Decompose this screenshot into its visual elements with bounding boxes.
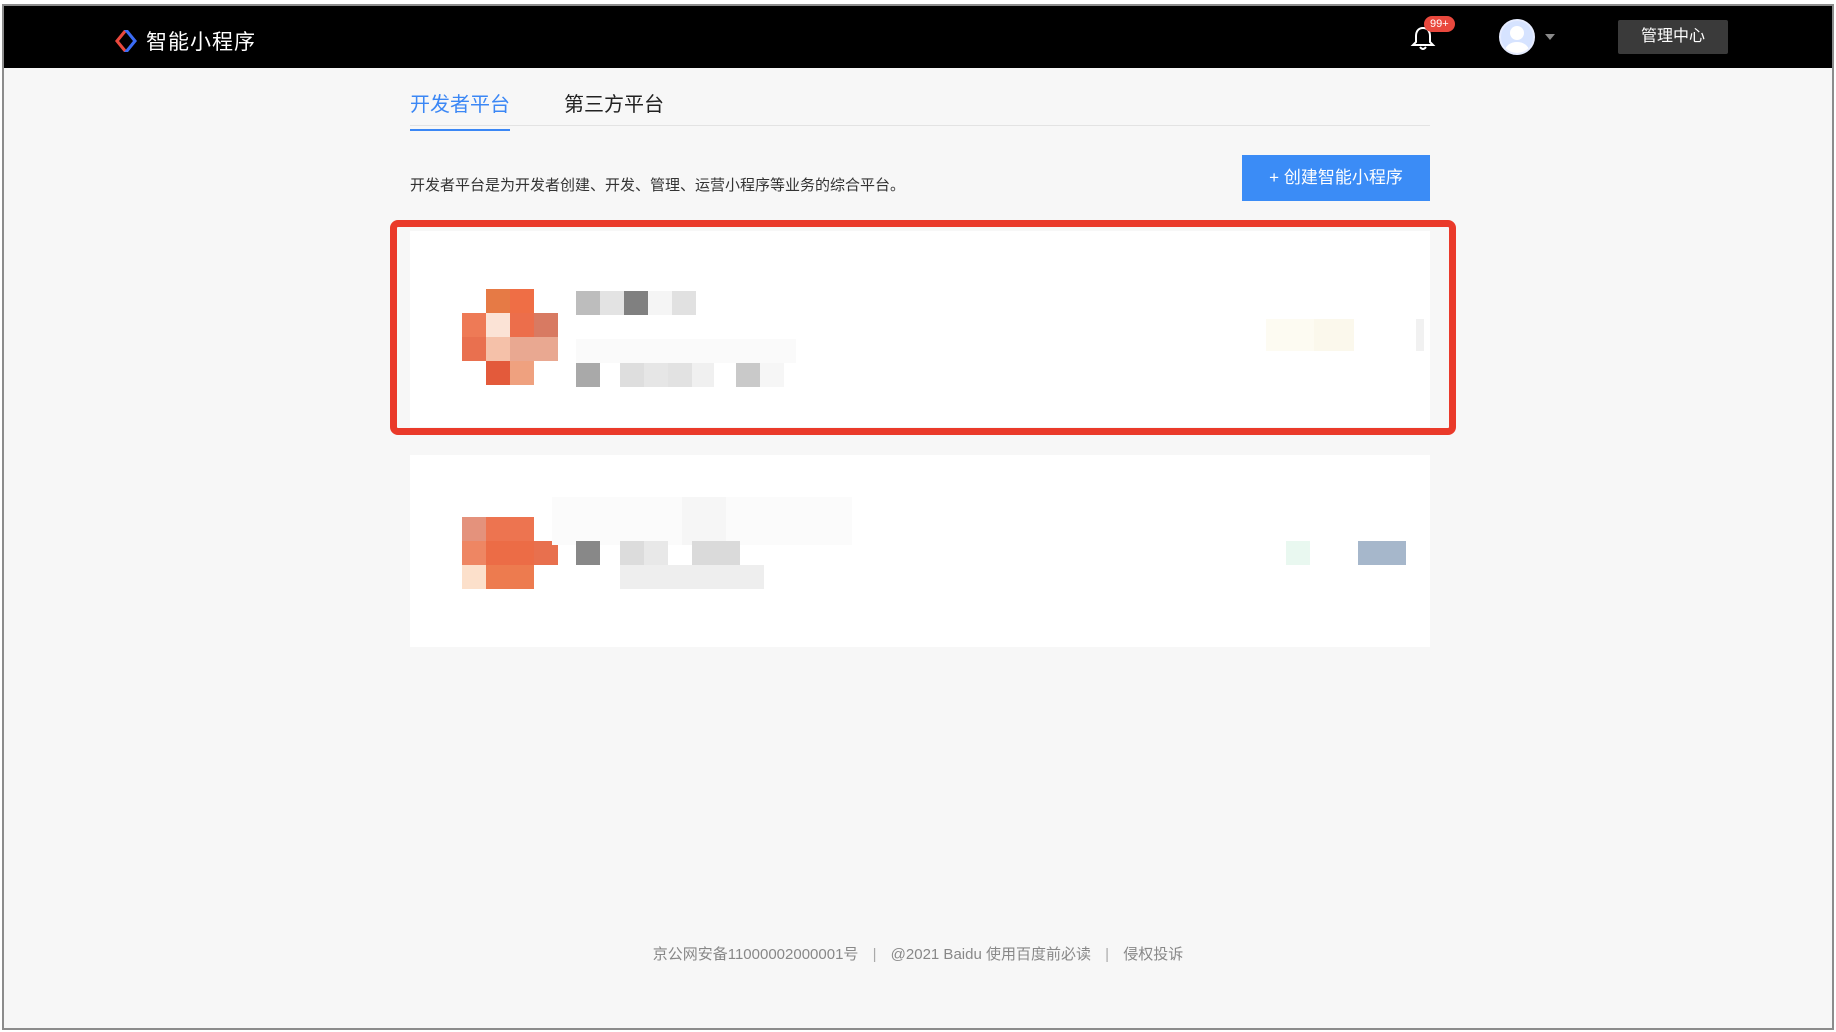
browser-frame: 智能小程序 99+ 管理中心 开发者平台 第三方平台 开发者平台是为开发者创建、… — [2, 4, 1834, 1030]
status-pixelated — [1266, 319, 1424, 351]
tab-third-party-platform[interactable]: 第三方平台 — [564, 88, 664, 129]
footer: 京公网安备11000002000001号 | @2021 Baidu 使用百度前… — [4, 943, 1832, 964]
app-name-pixelated — [576, 291, 696, 315]
user-icon — [1505, 26, 1529, 53]
icp-record: 京公网安备11000002000001号 — [652, 946, 859, 963]
copyright: @2021 Baidu — [890, 946, 982, 963]
tab-developer-platform[interactable]: 开发者平台 — [410, 88, 510, 131]
logo[interactable]: 智能小程序 — [112, 26, 256, 56]
mini-program-card[interactable] — [410, 455, 1430, 647]
mini-program-card[interactable] — [410, 231, 1430, 427]
separator: | — [1105, 946, 1110, 963]
chevron-down-icon[interactable] — [1544, 33, 1556, 41]
app-name-pixelated — [552, 497, 852, 545]
admin-center-button[interactable]: 管理中心 — [1618, 20, 1728, 54]
app-icon — [462, 517, 558, 589]
app-meta-pixelated — [576, 339, 796, 387]
complaint-link[interactable]: 侵权投诉 — [1123, 946, 1183, 963]
platform-tabs: 开发者平台 第三方平台 — [410, 72, 1430, 131]
app-title: 智能小程序 — [146, 31, 256, 54]
avatar[interactable] — [1499, 19, 1535, 55]
notification-badge: 99+ — [1424, 16, 1455, 32]
logo-icon — [115, 30, 137, 52]
terms-link[interactable]: 使用百度前必读 — [986, 946, 1091, 963]
app-meta-pixelated — [576, 541, 764, 589]
separator: | — [872, 946, 877, 963]
platform-description: 开发者平台是为开发者创建、开发、管理、运营小程序等业务的综合平台。 — [410, 177, 906, 194]
top-navbar: 智能小程序 99+ 管理中心 — [4, 6, 1832, 68]
app-icon — [462, 289, 558, 385]
create-mini-program-button[interactable]: + 创建智能小程序 — [1242, 155, 1430, 201]
status-pixelated — [1286, 541, 1406, 565]
